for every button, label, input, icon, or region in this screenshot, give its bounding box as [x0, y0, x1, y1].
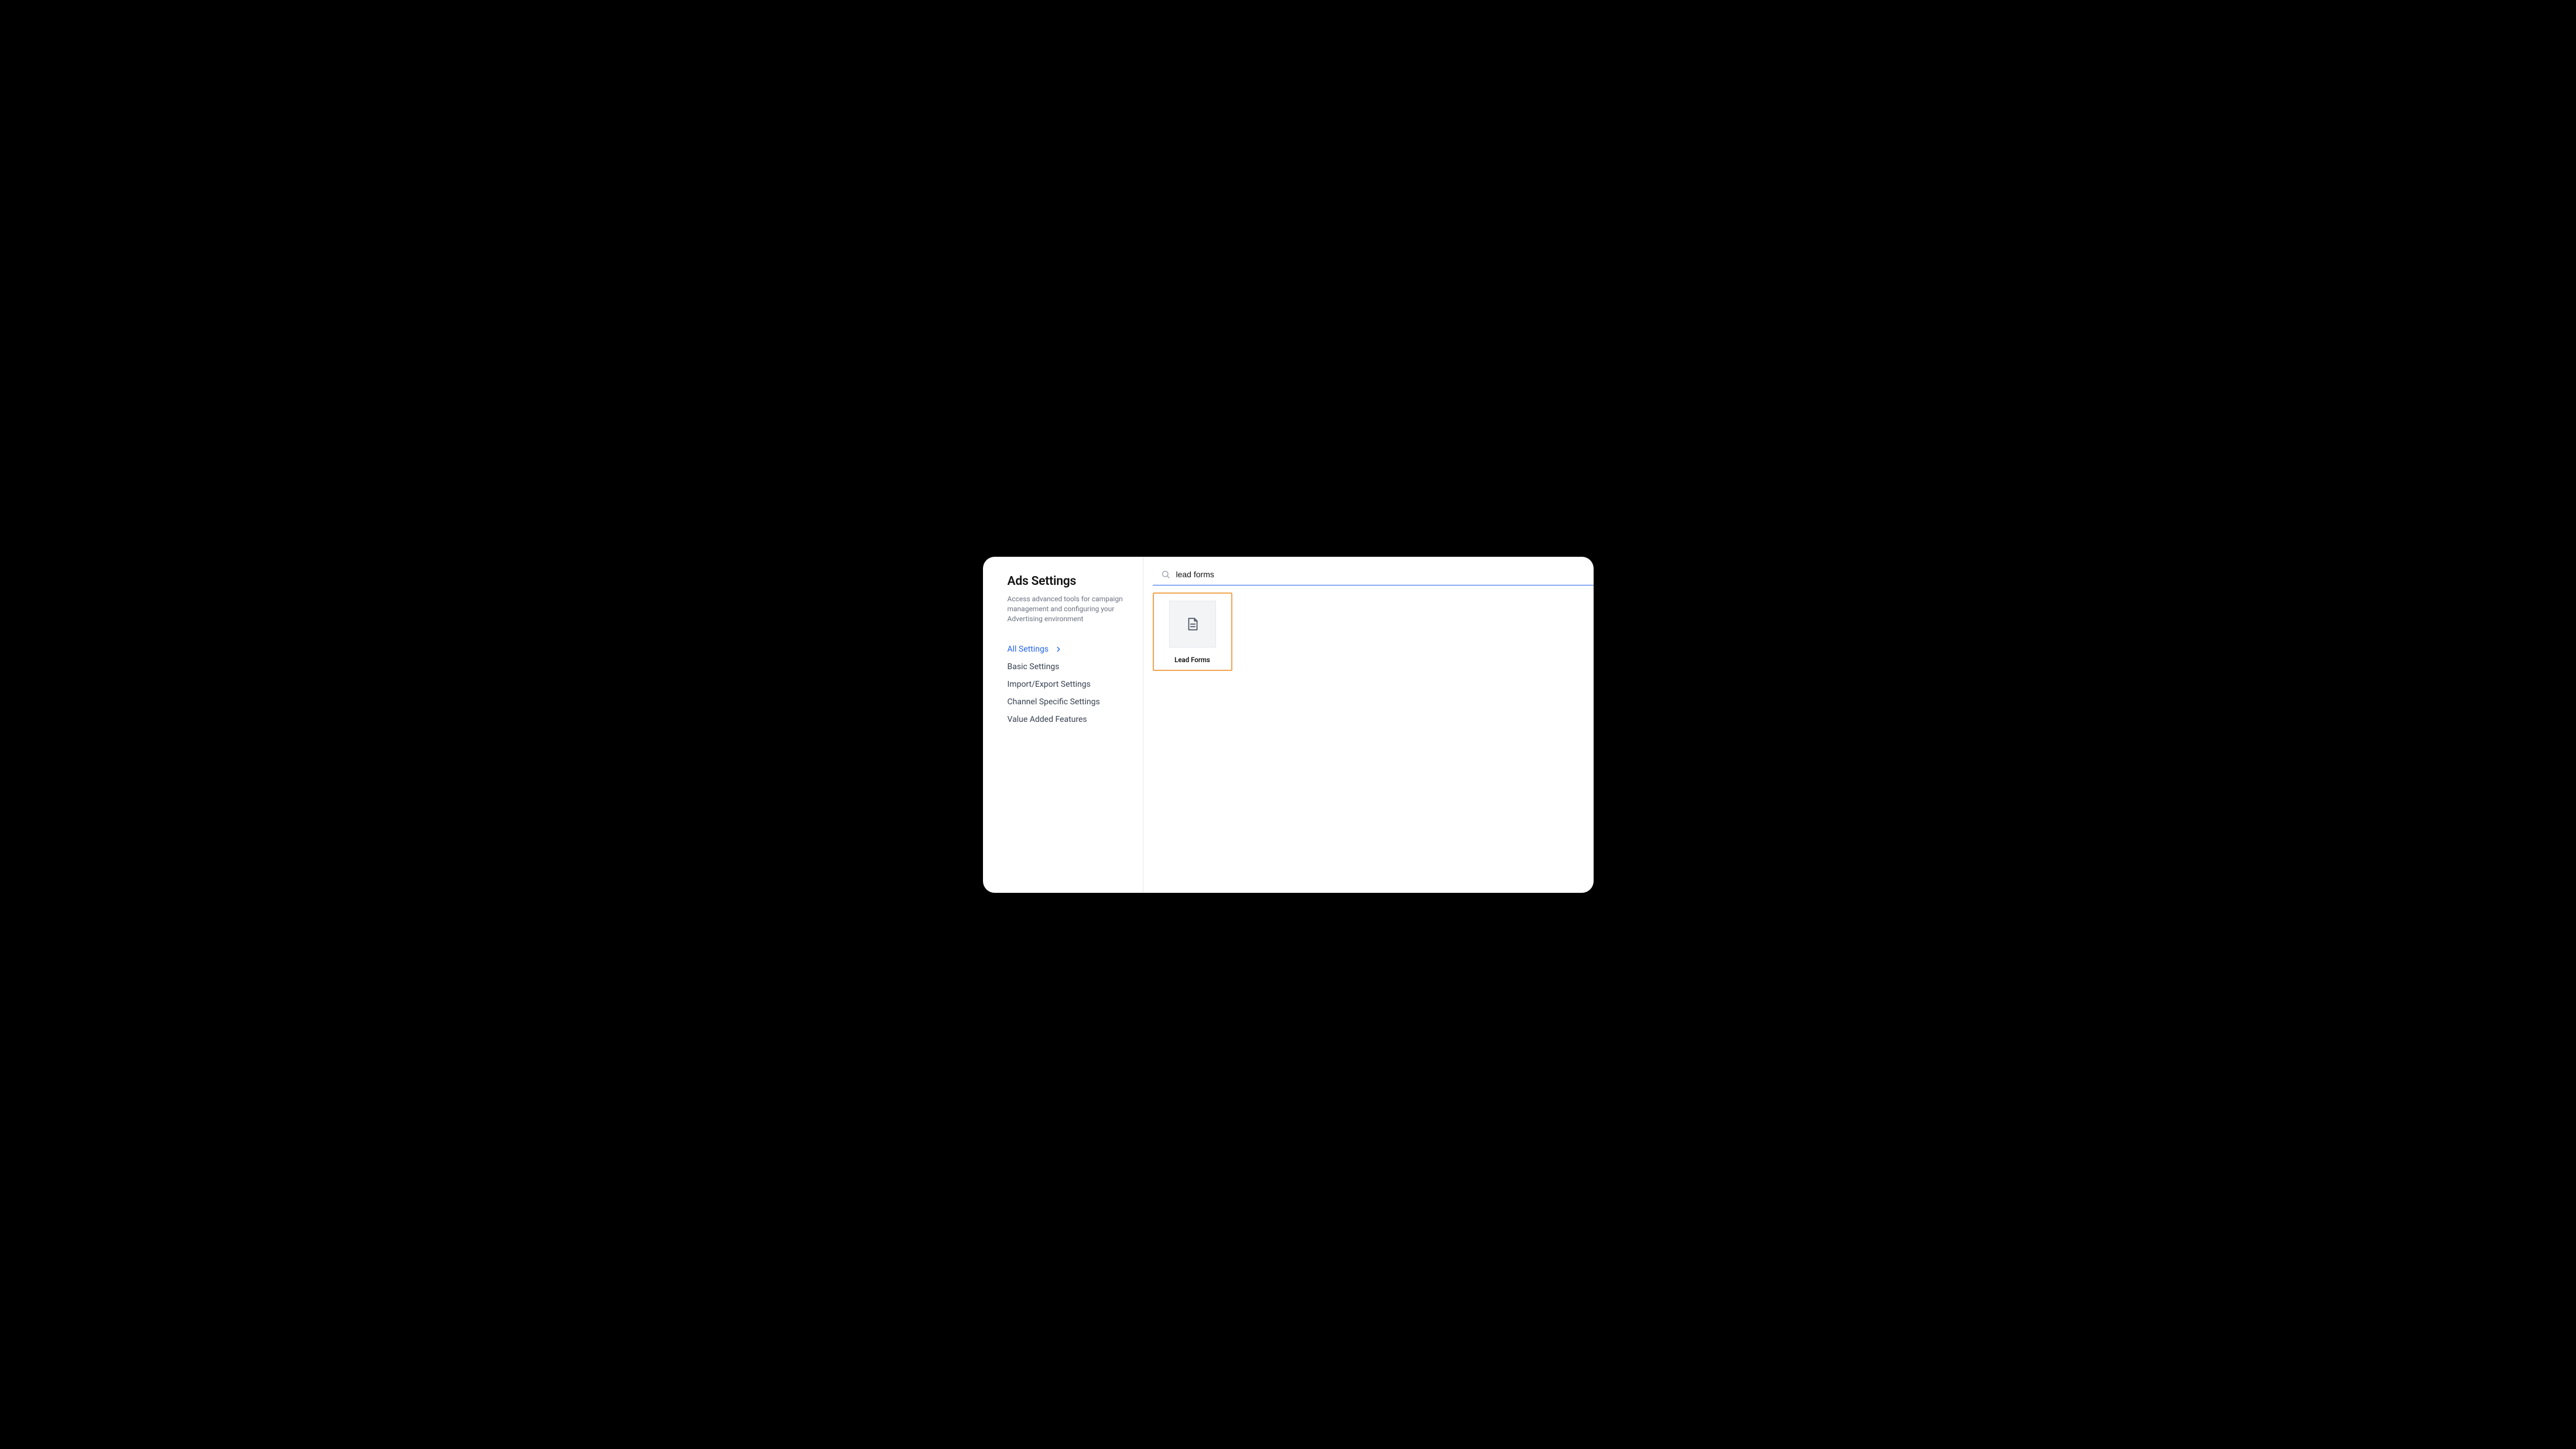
sidebar-item-label: Basic Settings	[1008, 662, 1060, 672]
sidebar-item-basic-settings[interactable]: Basic Settings	[1008, 662, 1131, 672]
sidebar-item-channel-specific-settings[interactable]: Channel Specific Settings	[1008, 697, 1131, 707]
results-grid: Lead Forms	[1143, 585, 1594, 671]
result-card-label: Lead Forms	[1174, 656, 1210, 664]
sidebar-item-value-added-features[interactable]: Value Added Features	[1008, 715, 1131, 724]
sidebar-nav: All Settings Basic Settings Import/Expor…	[1008, 645, 1131, 724]
sidebar-item-label: All Settings	[1008, 645, 1049, 654]
sidebar-item-label: Channel Specific Settings	[1008, 697, 1100, 707]
search-input[interactable]	[1176, 570, 1585, 579]
sidebar: Ads Settings Access advanced tools for c…	[983, 557, 1143, 893]
sidebar-item-all-settings[interactable]: All Settings	[1008, 645, 1131, 654]
page-description: Access advanced tools for campaign manag…	[1008, 594, 1131, 625]
page-title: Ads Settings	[1008, 574, 1131, 588]
settings-window: Ads Settings Access advanced tools for c…	[983, 557, 1594, 893]
sidebar-item-label: Value Added Features	[1008, 715, 1087, 724]
main-panel: Lead Forms	[1143, 557, 1594, 893]
document-icon	[1169, 601, 1216, 648]
result-card-lead-forms[interactable]: Lead Forms	[1153, 592, 1232, 671]
sidebar-item-label: Import/Export Settings	[1008, 680, 1091, 689]
search-bar	[1153, 557, 1594, 585]
chevron-right-icon	[1054, 645, 1063, 653]
sidebar-item-import-export-settings[interactable]: Import/Export Settings	[1008, 680, 1131, 689]
search-icon	[1161, 570, 1170, 579]
